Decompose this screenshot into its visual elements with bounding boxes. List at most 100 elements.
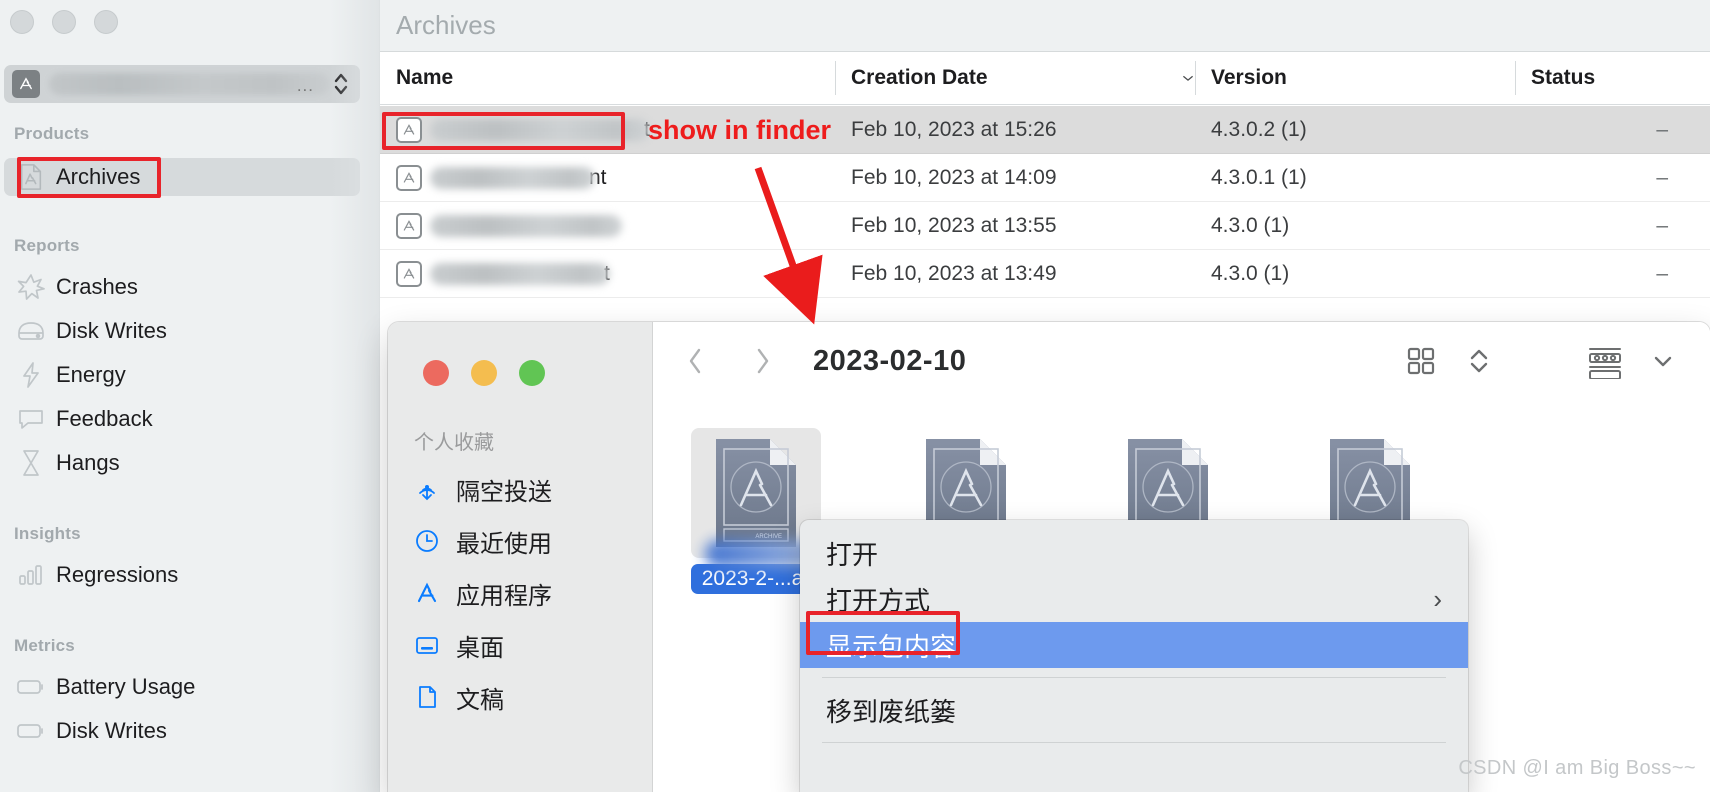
finder-minimize-button[interactable] — [471, 360, 497, 386]
column-header-creation-date[interactable]: Creation Date — [835, 52, 1165, 104]
organizer-titlebar: Archives — [380, 0, 1710, 52]
cell-status: – — [1656, 261, 1668, 285]
table-row[interactable]: t Feb 10, 2023 at 13:49 4.3.0 (1) – — [380, 250, 1710, 298]
table-row[interactable]: nt Feb 10, 2023 at 14:09 4.3.0.1 (1) – — [380, 154, 1710, 202]
desktop-icon — [410, 628, 444, 662]
finder-sidebar-item-airdrop[interactable]: 隔空投送 — [410, 468, 640, 510]
sidebar-item-archives[interactable]: Archives — [4, 158, 360, 196]
project-ellipsis: ... — [296, 76, 314, 95]
finder-sidebar-item-label: 文稿 — [456, 686, 504, 714]
airdrop-icon — [410, 472, 444, 506]
cell-name: t — [380, 250, 835, 297]
finder-toolbar: 2023-02-10 — [653, 322, 1710, 400]
table-header: Name Creation Date Version Status — [380, 52, 1710, 105]
archive-name-blurred — [430, 166, 595, 189]
table-row[interactable]: Feb 10, 2023 at 13:55 4.3.0 (1) – — [380, 202, 1710, 250]
chevron-left-icon[interactable] — [673, 338, 719, 384]
chevron-down-icon[interactable] — [1165, 52, 1195, 104]
applications-icon — [410, 576, 444, 610]
app-store-icon — [396, 212, 422, 239]
zoom-button[interactable] — [94, 10, 118, 34]
minimize-button[interactable] — [52, 10, 76, 34]
context-menu-item-label: 移到废纸篓 — [826, 696, 957, 727]
battery-icon — [16, 672, 46, 702]
chevron-right-icon: › — [1433, 583, 1442, 614]
sidebar-item-label: Disk Writes — [56, 318, 167, 343]
watermark: CSDN @I am Big Boss~~ — [1458, 757, 1696, 779]
window-traffic-lights[interactable] — [10, 10, 118, 34]
sidebar-item-label: Crashes — [56, 274, 138, 299]
project-stepper-icon[interactable] — [330, 69, 352, 99]
project-name-blurred — [49, 73, 330, 95]
finder-sidebar-item-documents[interactable]: 文稿 — [410, 676, 640, 718]
chevron-right-icon[interactable] — [739, 338, 785, 384]
bar-chart-icon — [16, 560, 46, 590]
finder-traffic-lights[interactable] — [423, 360, 545, 386]
screenshot-root: ... Products Archives Reports Crashes Di… — [0, 0, 1710, 792]
column-header-status[interactable]: Status — [1515, 52, 1710, 104]
sidebar-item-metrics-disk-writes[interactable]: Disk Writes — [4, 712, 360, 750]
cell-name: nt — [380, 154, 835, 201]
cell-creation-date: Feb 10, 2023 at 15:26 — [851, 117, 1057, 141]
table-row[interactable]: t Feb 10, 2023 at 15:26 4.3.0.2 (1) – — [380, 106, 1710, 154]
context-menu-item-open-with[interactable]: 打开方式 › — [800, 576, 1468, 622]
context-menu-item-label: 显示包内容 — [826, 631, 957, 662]
speech-bubble-icon — [16, 404, 46, 434]
finder-zoom-button[interactable] — [519, 360, 545, 386]
close-button[interactable] — [10, 10, 34, 34]
finder-sidebar-item-label: 桌面 — [456, 634, 504, 662]
sidebar-section-reports: Reports — [14, 236, 80, 255]
finder-sidebar-item-desktop[interactable]: 桌面 — [410, 624, 640, 666]
context-menu-item-show-package-contents[interactable]: 显示包内容 — [800, 622, 1468, 668]
chevron-down-icon[interactable] — [1634, 334, 1692, 388]
sidebar-item-battery-usage[interactable]: Battery Usage — [4, 668, 360, 706]
cell-creation-date: Feb 10, 2023 at 13:49 — [851, 261, 1057, 285]
cell-creation-date: Feb 10, 2023 at 14:09 — [851, 165, 1057, 189]
cell-version: 4.3.0 (1) — [1211, 261, 1290, 285]
app-store-icon — [396, 260, 422, 287]
page-title: Archives — [396, 10, 496, 40]
finder-sidebar-item-applications[interactable]: 应用程序 — [410, 572, 640, 614]
finder-path-title: 2023-02-10 — [813, 344, 967, 377]
sort-updown-icon[interactable] — [1450, 334, 1508, 388]
column-header-name[interactable]: Name — [380, 52, 835, 104]
context-menu-item-move-to-trash[interactable]: 移到废纸篓 — [800, 687, 1468, 733]
finder-context-menu: 打开 打开方式 › 显示包内容 移到废纸篓 — [800, 520, 1468, 792]
hourglass-icon — [16, 448, 46, 478]
project-selector[interactable]: ... — [4, 65, 360, 103]
organizer-sidebar: ... Products Archives Reports Crashes Di… — [0, 0, 380, 792]
sidebar-item-label: Hangs — [56, 450, 120, 475]
finder-sidebar: 个人收藏 隔空投送 最近使用 应用程序 桌面 文稿 — [388, 322, 653, 792]
cell-version: 4.3.0 (1) — [1211, 213, 1290, 237]
sidebar-section-metrics: Metrics — [14, 636, 75, 655]
archive-name-blurred — [430, 262, 610, 285]
sidebar-item-hangs[interactable]: Hangs — [4, 444, 360, 482]
clock-icon — [410, 524, 444, 558]
sidebar-item-crashes[interactable]: Crashes — [4, 268, 360, 306]
sidebar-item-energy[interactable]: Energy — [4, 356, 360, 394]
finder-close-button[interactable] — [423, 360, 449, 386]
sidebar-item-regressions[interactable]: Regressions — [4, 556, 360, 594]
cell-name — [380, 202, 835, 249]
battery-icon — [16, 716, 46, 746]
app-store-icon — [396, 116, 422, 143]
cell-creation-date: Feb 10, 2023 at 13:55 — [851, 213, 1057, 237]
finder-sidebar-section-favorites: 个人收藏 — [414, 432, 494, 454]
finder-sidebar-item-recents[interactable]: 最近使用 — [410, 520, 640, 562]
column-header-version[interactable]: Version — [1195, 52, 1515, 104]
archive-name-blurred — [430, 118, 650, 141]
sidebar-item-feedback[interactable]: Feedback — [4, 400, 360, 438]
bolt-icon — [16, 360, 46, 390]
cell-status: – — [1656, 213, 1668, 237]
archive-name-blurred — [430, 214, 622, 237]
sidebar-item-disk-writes[interactable]: Disk Writes — [4, 312, 360, 350]
app-store-icon — [396, 164, 422, 191]
sidebar-section-products: Products — [14, 124, 90, 143]
context-menu-item-open[interactable]: 打开 — [800, 530, 1468, 576]
group-view-icon[interactable] — [1576, 334, 1634, 388]
context-menu-separator — [822, 742, 1446, 743]
burst-icon — [16, 272, 46, 302]
grid-view-icon[interactable] — [1392, 334, 1450, 388]
cell-status: – — [1656, 117, 1668, 141]
app-store-icon — [12, 70, 40, 98]
